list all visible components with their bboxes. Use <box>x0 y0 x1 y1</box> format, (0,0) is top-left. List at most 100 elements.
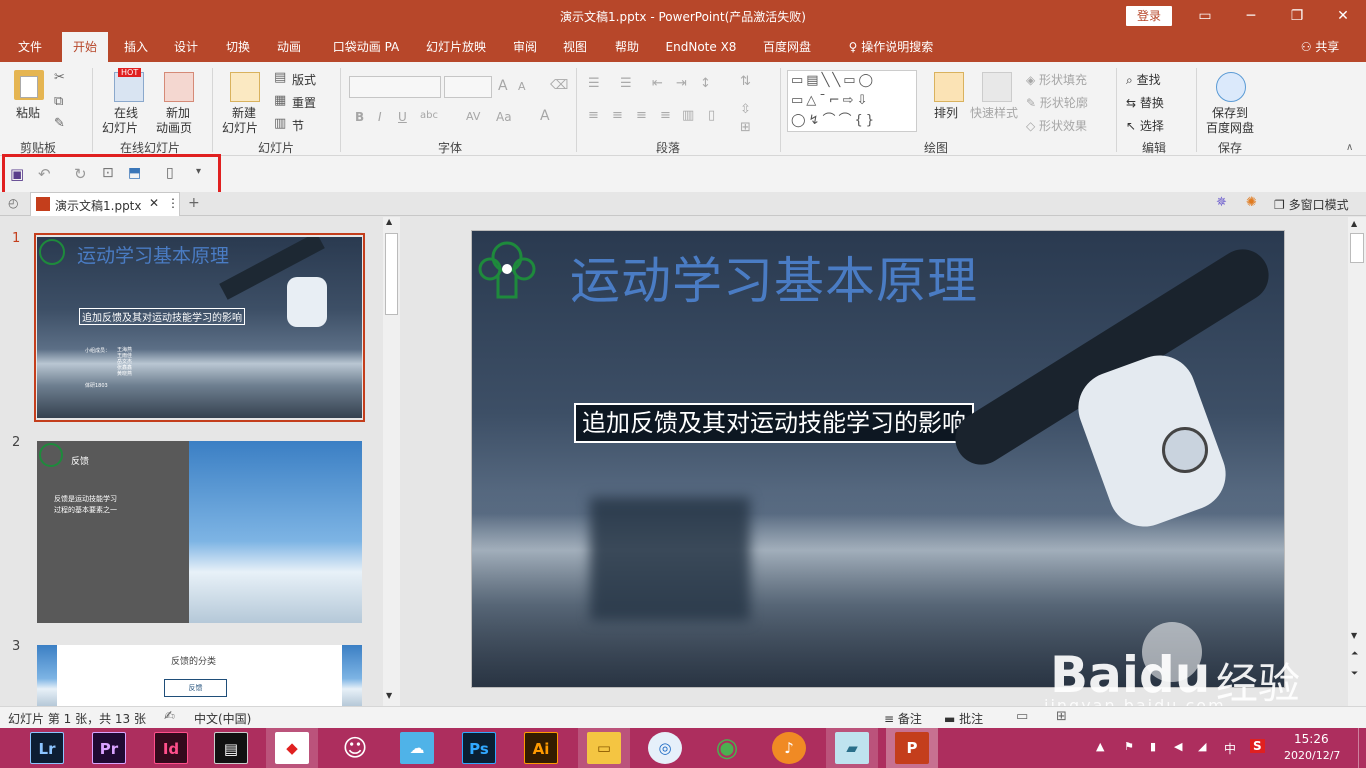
cloud-app-icon[interactable]: ☁ <box>400 732 434 764</box>
scroll-up-icon[interactable]: ▲ <box>1351 219 1357 228</box>
qq-icon[interactable]: ☺ <box>338 732 372 764</box>
align-left-icon[interactable]: ≡ <box>588 108 599 123</box>
tab-design[interactable]: 设计 <box>164 32 208 62</box>
clock-date[interactable]: 2020/12/7 <box>1284 749 1340 762</box>
settings-gear-icon[interactable]: ✺ <box>1246 195 1257 210</box>
change-case-button[interactable]: Aa <box>496 110 512 124</box>
volume-icon[interactable]: ◀ <box>1174 740 1182 753</box>
scroll-up-icon[interactable]: ▲ <box>386 217 392 226</box>
paste-button[interactable]: 粘贴 <box>16 104 40 121</box>
tab-endnote[interactable]: EndNote X8 <box>660 32 742 62</box>
shape-outline-button[interactable]: ✎ 形状轮廓 <box>1026 94 1088 111</box>
columns-icon[interactable]: ▯ <box>708 108 715 123</box>
login-button[interactable]: 登录 <box>1126 6 1172 26</box>
chrome-icon[interactable]: ◉ <box>710 732 744 764</box>
online-slides-label-2[interactable]: 幻灯片 <box>102 119 138 136</box>
new-slide-icon[interactable] <box>230 72 260 102</box>
text-direction-icon[interactable]: ⇅ <box>740 74 751 89</box>
notes-app-icon[interactable]: ▰ <box>835 732 869 764</box>
restore-button[interactable]: ❐ <box>1274 0 1320 32</box>
replace-button[interactable]: ⇆ 替换 <box>1126 94 1164 111</box>
format-painter-icon[interactable]: ✎ <box>54 116 65 131</box>
sparkle-icon[interactable]: ✵ <box>1216 195 1227 210</box>
main-slide-canvas[interactable]: 运动学习基本原理 追加反馈及其对运动技能学习的影响 <box>471 230 1285 688</box>
spell-check-icon[interactable]: ✍ <box>164 709 175 724</box>
increase-indent-icon[interactable]: ⇥ <box>676 76 687 91</box>
battery-icon[interactable]: ▮ <box>1150 740 1156 753</box>
collapse-ribbon-icon[interactable]: ∧ <box>1346 142 1353 153</box>
lightroom-icon[interactable]: Lr <box>30 732 64 764</box>
new-animation-label-2[interactable]: 动画页 <box>156 119 192 136</box>
wifi-icon[interactable]: ◢ <box>1198 740 1206 753</box>
select-button[interactable]: ↖ 选择 <box>1126 117 1164 134</box>
share-button[interactable]: ⚇ 共享 <box>1292 32 1348 62</box>
close-tab-icon[interactable]: ✕ <box>149 196 159 210</box>
shrink-font-button[interactable]: A <box>518 80 526 93</box>
tab-transitions[interactable]: 切换 <box>216 32 260 62</box>
next-slide-icon[interactable]: ⏷ <box>1351 669 1358 679</box>
slide-thumbnail-1[interactable]: 运动学习基本原理 追加反馈及其对运动技能学习的影响 小组成员： 王海燕 王雨佳 … <box>37 237 362 418</box>
minimize-button[interactable]: ─ <box>1228 0 1274 32</box>
tab-view[interactable]: 视图 <box>554 32 596 62</box>
tab-animations[interactable]: 动画 <box>266 32 312 62</box>
new-animation-icon[interactable] <box>164 72 194 102</box>
multi-window-button[interactable]: ❐ 多窗口模式 <box>1274 196 1349 213</box>
grow-font-button[interactable]: A <box>498 78 508 94</box>
ribbon-display-options-icon[interactable]: ▭ <box>1182 0 1228 32</box>
arrange-button[interactable]: 排列 <box>934 104 958 121</box>
numbering-icon[interactable]: ☰ <box>620 76 632 91</box>
video-editor-icon[interactable]: ▤ <box>214 732 248 764</box>
baidu-cloud-icon[interactable] <box>1216 72 1246 102</box>
shape-effect-button[interactable]: ◇ 形状效果 <box>1026 117 1087 134</box>
quick-styles-button[interactable]: 快速样式 <box>970 104 1018 121</box>
text-shadow-button[interactable]: abc <box>420 110 438 121</box>
align-center-icon[interactable]: ≡ <box>612 108 623 123</box>
line-spacing-icon[interactable]: ↕ <box>700 76 711 91</box>
tab-list-icon[interactable]: ◴ <box>8 196 18 210</box>
save-to-label-2[interactable]: 百度网盘 <box>1206 119 1254 136</box>
document-tab[interactable]: 演示文稿1.pptx ✕ ⋮ <box>30 192 180 216</box>
thumb-scroll-handle[interactable] <box>385 233 398 315</box>
notes-button[interactable]: ≡ 备注 <box>884 710 922 727</box>
show-desktop-button[interactable] <box>1358 728 1366 768</box>
browser-icon[interactable]: ◎ <box>648 732 682 764</box>
slide-subtitle[interactable]: 追加反馈及其对运动技能学习的影响 <box>574 403 974 443</box>
bullets-icon[interactable]: ☰ <box>588 76 600 91</box>
language[interactable]: 中文(中国) <box>194 710 251 727</box>
justify-icon[interactable]: ≡ <box>660 108 671 123</box>
char-spacing-button[interactable]: AV <box>466 110 480 123</box>
illustrator-icon[interactable]: Ai <box>524 732 558 764</box>
tell-me-search[interactable]: ♀ 操作说明搜索 <box>836 32 946 62</box>
editor-scrollbar[interactable]: ▲ ▼ ⏶ ⏷ <box>1348 217 1366 706</box>
reset-button[interactable]: 重置 <box>292 94 316 111</box>
tab-help[interactable]: 帮助 <box>606 32 648 62</box>
tab-review[interactable]: 审阅 <box>504 32 546 62</box>
tab-home[interactable]: 开始 <box>62 32 108 62</box>
align-text-icon[interactable]: ⇳ <box>740 102 751 117</box>
sorter-view-icon[interactable]: ⊞ <box>1056 709 1067 724</box>
font-color-button[interactable]: A <box>540 108 550 124</box>
underline-button[interactable]: U <box>398 110 407 124</box>
clock-time[interactable]: 15:26 <box>1294 732 1329 746</box>
music-app-icon[interactable]: ♪ <box>772 732 806 764</box>
layout-button[interactable]: 版式 <box>292 71 316 88</box>
arrange-icon[interactable] <box>934 72 964 102</box>
cut-icon[interactable]: ✂ <box>54 70 65 85</box>
tab-baidu-netdisk[interactable]: 百度网盘 <box>756 32 818 62</box>
thumb-scrollbar[interactable]: ▲ ▼ <box>383 217 400 706</box>
smartart-icon[interactable]: ⊞ <box>740 120 751 135</box>
network-icon[interactable]: ⚑ <box>1124 740 1134 753</box>
editor-scroll-handle[interactable] <box>1350 233 1364 263</box>
italic-button[interactable]: I <box>378 110 382 124</box>
tray-arrow-icon[interactable]: ▲ <box>1096 740 1104 753</box>
find-button[interactable]: ⌕ 查找 <box>1126 71 1161 88</box>
tab-slideshow[interactable]: 幻灯片放映 <box>420 32 492 62</box>
tab-insert[interactable]: 插入 <box>114 32 158 62</box>
shape-fill-button[interactable]: ◈ 形状填充 <box>1026 71 1087 88</box>
shapes-gallery[interactable]: ▭▤╲╲▭◯ ▭△ˉ⌐⇨⇩ ◯↯⌒⌒{} <box>787 70 917 132</box>
slide-title[interactable]: 运动学习基本原理 <box>570 241 978 313</box>
previous-slide-icon[interactable]: ⏶ <box>1351 649 1358 659</box>
quick-styles-icon[interactable] <box>982 72 1012 102</box>
font-size-combo[interactable] <box>444 76 492 98</box>
font-name-combo[interactable] <box>349 76 441 98</box>
